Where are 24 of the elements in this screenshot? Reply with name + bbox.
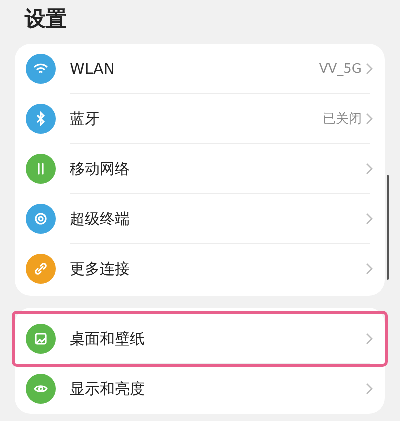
item-label: 超级终端 — [70, 210, 131, 228]
chevron-icon — [366, 333, 373, 345]
chevron-icon — [366, 63, 373, 75]
chevron-icon — [366, 263, 373, 275]
item-value: VV_5G — [319, 62, 362, 76]
settings-item[interactable]: 蓝牙 已关闭 — [15, 94, 385, 144]
item-label: WLAN — [70, 60, 116, 78]
item-value: 已关闭 — [323, 111, 362, 128]
item-label: 蓝牙 — [70, 110, 101, 128]
item-label: 更多连接 — [70, 260, 131, 278]
settings-item[interactable]: 桌面和壁纸 — [15, 314, 385, 364]
chevron-icon — [366, 163, 373, 175]
page-title: 设置 — [25, 6, 68, 33]
item-label: 显示和亮度 — [70, 380, 146, 398]
settings-item[interactable]: WLAN VV_5G — [15, 44, 385, 94]
settings-item[interactable]: 移动网络 — [15, 144, 385, 194]
chevron-icon — [366, 383, 373, 395]
settings-item[interactable]: 显示和亮度 — [15, 364, 385, 414]
item-label: 桌面和壁纸 — [70, 330, 146, 348]
settings-item[interactable]: 超级终端 — [15, 194, 385, 244]
chevron-icon — [366, 213, 373, 225]
settings-item[interactable]: 更多连接 — [15, 244, 385, 294]
item-label: 移动网络 — [70, 160, 131, 178]
chevron-icon — [366, 113, 373, 125]
